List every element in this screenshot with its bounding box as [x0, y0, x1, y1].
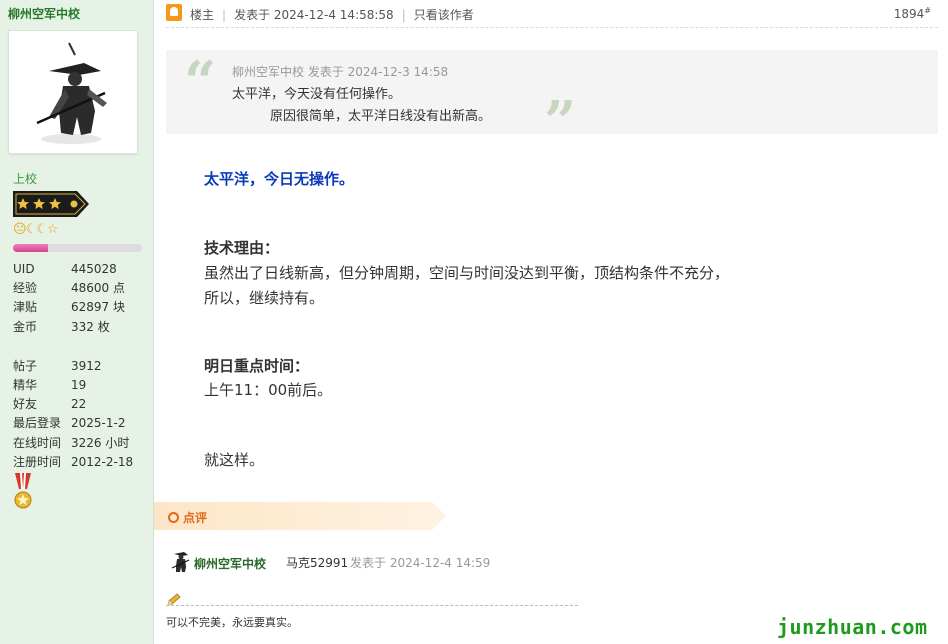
site-watermark: junzhuan.com — [777, 615, 928, 639]
level-progress-fill — [13, 244, 48, 252]
user-stats: UID 445028 经验 48600 点 津贴 62897 块 金币 332 枚 帖子… — [13, 260, 133, 472]
rank-badge-icon — [13, 191, 89, 221]
comment-time: 发表于 2024-12-4 14:59 — [350, 556, 491, 570]
stat-experience: 经验 48600 点 — [13, 281, 125, 296]
post-header: 楼主 | 发表于 2024-12-4 14:58:58 | 只看该作者 1894# — [166, 0, 938, 28]
quote-line-1: 太平洋，今天没有任何操作。 — [232, 87, 402, 102]
stat-friends: 好友 22 — [13, 397, 87, 412]
comment-tab[interactable]: 点评 — [154, 502, 446, 530]
stat-last-login: 最后登录 2025-1-2 — [13, 416, 126, 431]
open-quote-icon: “ — [184, 49, 217, 115]
avatar[interactable] — [8, 30, 138, 154]
stat-allowance: 津贴 62897 块 — [13, 300, 125, 315]
signature-text: 可以不完美，永远要真实。 — [166, 616, 298, 629]
signature-divider — [166, 605, 578, 606]
level-icons: 😐☾☾☆ — [13, 222, 59, 237]
reason-line-2: 所以，继续持有。 — [204, 289, 325, 307]
stat-online-time: 在线时间 3226 小时 — [13, 435, 130, 450]
reason-title: 技术理由： — [204, 239, 280, 257]
samurai-mini-icon — [171, 552, 190, 572]
quote-meta: 柳州空军中校 发表于 2024-12-3 14:58 — [232, 65, 449, 79]
owner-label: 楼主 — [190, 8, 215, 22]
floor-number[interactable]: 1894# — [894, 6, 931, 21]
stat-uid: UID 445028 — [13, 262, 117, 276]
post-headline: 太平洋，今日无操作。 — [204, 170, 355, 188]
stat-register-date: 注册时间 2012-2-18 — [13, 454, 134, 469]
thread-owner-icon — [166, 4, 182, 21]
pencil-icon — [166, 592, 182, 611]
samurai-avatar-icon — [36, 42, 107, 144]
quote-block: “ 柳州空军中校 发表于 2024-12-3 14:58 太平洋，今天没有任何操… — [166, 49, 938, 150]
user-sidebar: 柳州空军中校 上校 😐☾☾☆ UID 445028 经验 48600 点 津贴 … — [0, 0, 154, 644]
comment-text: 马克52991 — [286, 556, 349, 570]
comment-avatar[interactable] — [170, 548, 190, 574]
username-link[interactable]: 柳州空军中校 — [8, 5, 80, 22]
level-progress-bar — [13, 244, 142, 252]
post-time: 发表于 2024-12-4 14:58:58 — [234, 8, 394, 22]
stat-coins: 金币 332 枚 — [13, 319, 110, 334]
post-meta: 楼主 | 发表于 2024-12-4 14:58:58 | 只看该作者 — [190, 8, 474, 22]
stat-posts: 帖子 3912 — [13, 358, 102, 373]
comment-circle-icon — [168, 512, 179, 523]
closing-text: 就这样。 — [204, 451, 265, 469]
stat-digest: 精华 19 — [13, 377, 87, 392]
comment-author[interactable]: 柳州空军中校 — [194, 555, 266, 572]
quote-line-2: 原因很简单，太平洋日线没有出新高。 — [270, 109, 492, 124]
reason-line-1: 虽然出了日线新高，但分钟周期，空间与时间没达到平衡，顶结构条件不充分， — [204, 264, 730, 282]
only-author-link[interactable]: 只看该作者 — [414, 8, 474, 22]
comment-label: 点评 — [168, 509, 207, 526]
time-title: 明日重点时间： — [204, 357, 310, 375]
medal-icon[interactable] — [12, 473, 34, 515]
time-value: 上午11：00前后。 — [204, 381, 333, 399]
rank-title: 上校 — [13, 172, 38, 186]
close-quote-icon: ” — [544, 89, 577, 155]
